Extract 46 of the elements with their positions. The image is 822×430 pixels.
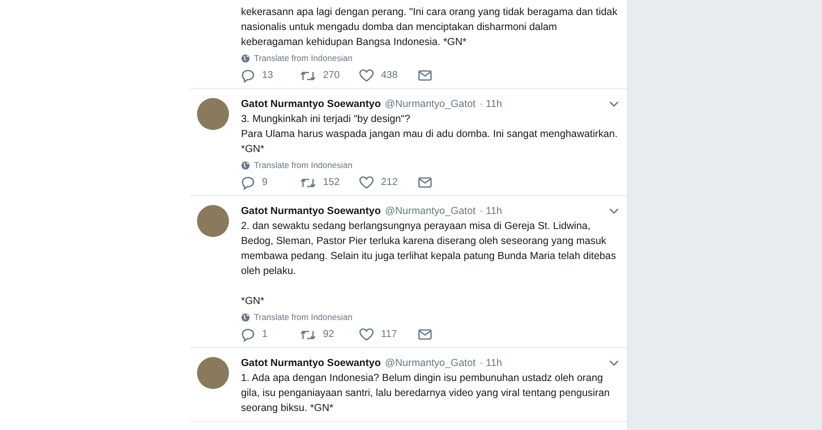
reply-count: 9 [262, 177, 268, 188]
heart-icon[interactable] [359, 176, 374, 189]
retweet-count: 92 [323, 329, 334, 340]
globe-icon [241, 54, 250, 62]
globe-icon [241, 312, 250, 322]
author-name[interactable]: Gatot Nurmantyo Soewantyo [241, 98, 381, 110]
like-count: 438 [381, 70, 398, 81]
retweet-icon[interactable] [300, 70, 316, 82]
avatar[interactable] [197, 98, 229, 130]
chevron-down-icon[interactable] [609, 360, 619, 366]
translate-link[interactable]: Translate from Indonesian [254, 160, 352, 170]
tweet-time[interactable]: · 11h [480, 206, 502, 216]
reply-icon[interactable] [241, 328, 255, 342]
tweet-text: 1. Ada apa dengan Indonesia? Belum dingin isu pembunuhan ustadz oleh orang gila, isu penganiayaan santri, lalu beredarnya video yang viral tentang pengusiran seorang biksu. *GN* [241, 372, 611, 416]
author-name[interactable]: Gatot Nurmantyo Soewantyo [241, 358, 381, 368]
reply-icon[interactable] [241, 176, 255, 190]
envelope-icon[interactable] [418, 70, 432, 81]
reply-icon[interactable] [241, 68, 255, 82]
retweet-icon[interactable] [300, 328, 316, 340]
like-count: 212 [381, 177, 398, 188]
avatar[interactable] [197, 205, 229, 237]
reply-count: 13 [262, 70, 274, 81]
tweet-time[interactable]: · 11h [480, 98, 502, 110]
like-count: 117 [381, 329, 397, 340]
translate-link[interactable]: Translate from Indonesian [254, 53, 352, 63]
heart-icon[interactable] [359, 328, 374, 341]
author-handle[interactable]: @Nurmantyo_Gatot [384, 206, 476, 216]
retweet-count: 270 [323, 70, 340, 81]
envelope-icon[interactable] [418, 177, 432, 188]
author-handle[interactable]: @Nurmantyo_Gatot [384, 98, 476, 110]
envelope-icon[interactable] [418, 329, 432, 340]
chevron-down-icon[interactable] [609, 101, 619, 107]
retweet-icon[interactable] [300, 176, 316, 188]
tweet-text: kekerasann apa lagi dengan perang. "Ini cara orang yang tidak beragama dan tidak nasionalis untuk mengadu domba dan menciptakan disharmoni dalam keberagaman kehidupan Bangsa Indonesia. *GN* [241, 6, 618, 50]
globe-icon [241, 160, 250, 170]
avatar[interactable] [197, 357, 229, 389]
author-name[interactable]: Gatot Nurmantyo Soewantyo [241, 206, 381, 216]
tweet-text: 2. dan sewaktu sedang berlangsungnya perayaan misa di Gereja St. Lidwina, Bedog, Sleman, Pastor Pier terluka karena diserang oleh seseorang yang masuk membawa pedang. Selain itu juga terlihat kepala patung Bunda Maria telah ditebas oleh pelaku. *GN* [241, 220, 617, 309]
reply-count: 1 [262, 329, 268, 340]
heart-icon[interactable] [359, 69, 374, 82]
tweet-text: 3. Mungkinkah ini terjadi "by design"? Para Ulama harus waspada jangan mau di adu domba. Ini sangat menghawatirkan. *GN* [241, 113, 619, 157]
chevron-down-icon[interactable] [609, 208, 619, 214]
author-handle[interactable]: @Nurmantyo_Gatot [384, 358, 476, 368]
translate-link[interactable]: Translate from Indonesian [254, 312, 352, 322]
retweet-count: 152 [323, 177, 340, 188]
tweet-time[interactable]: · 11h [480, 358, 502, 368]
